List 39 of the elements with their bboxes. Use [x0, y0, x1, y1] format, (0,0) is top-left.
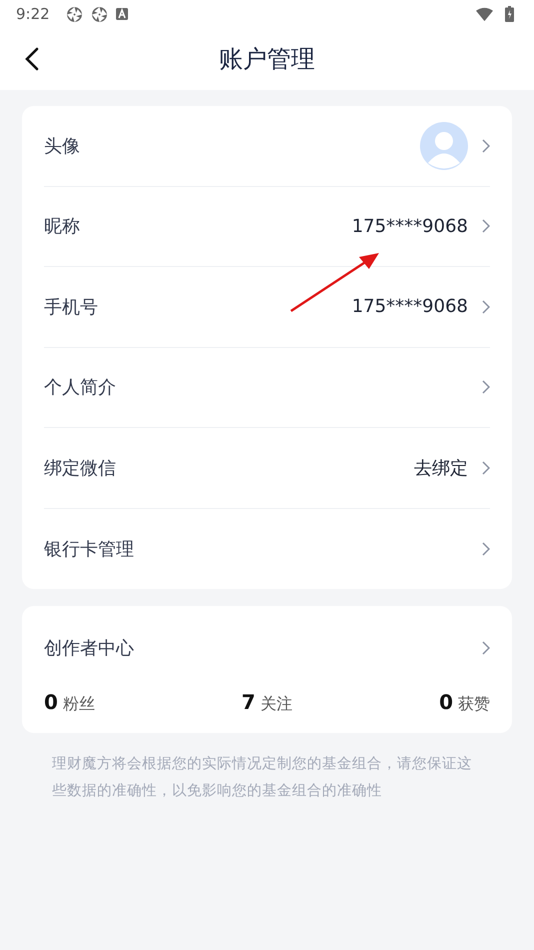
aperture-icon: [66, 6, 83, 22]
chevron-icon: [482, 542, 490, 556]
back-icon[interactable]: [25, 47, 39, 71]
row-value: 175****9068: [352, 296, 468, 318]
stat-count: 0: [44, 690, 58, 714]
battery-icon: [505, 6, 514, 22]
chevron-icon: [482, 380, 490, 394]
chevron-icon: [482, 641, 490, 655]
notification-icon: [116, 8, 128, 20]
stat-label: 关注: [260, 694, 292, 715]
settings-row[interactable]: 个人简介: [44, 348, 490, 428]
settings-row[interactable]: 银行卡管理: [44, 508, 490, 589]
row-label: 个人简介: [44, 376, 116, 400]
stat-label: 粉丝: [62, 694, 95, 715]
row-label: 银行卡管理: [44, 538, 134, 561]
chevron-icon: [482, 138, 490, 153]
stat-count: 7: [242, 690, 256, 714]
row-value: 175****9068: [352, 216, 468, 237]
settings-row[interactable]: 手机号 175****9068: [44, 267, 490, 348]
status-time: 9:22: [16, 5, 50, 23]
stat-label: 获赞: [458, 694, 490, 715]
row-label: 头像: [44, 134, 80, 158]
chevron-icon: [482, 300, 490, 314]
row-label: 绑定微信: [44, 456, 116, 480]
row-value: 去绑定: [414, 456, 468, 480]
creator-row[interactable]: 创作者中心: [44, 606, 490, 690]
row-label: 创作者中心: [44, 637, 134, 660]
row-label: 手机号: [44, 296, 98, 319]
aperture-icon: [90, 6, 108, 22]
chevron-icon: [482, 460, 490, 475]
chevron-icon: [482, 219, 490, 234]
wifi-icon: [476, 6, 493, 22]
settings-row[interactable]: 绑定微信 去绑定: [44, 428, 490, 508]
page-title: 账户管理: [219, 44, 315, 75]
stat-count: 0: [439, 690, 453, 714]
settings-row[interactable]: 头像: [44, 106, 490, 186]
notice-text: 理财魔方将会根据您的实际情况定制您的基金组合，请您保证这些数据的准确性，以免影响您的基金组合的准确性: [52, 754, 473, 801]
avatar-icon: [420, 122, 468, 170]
row-label: 昵称: [44, 215, 80, 238]
